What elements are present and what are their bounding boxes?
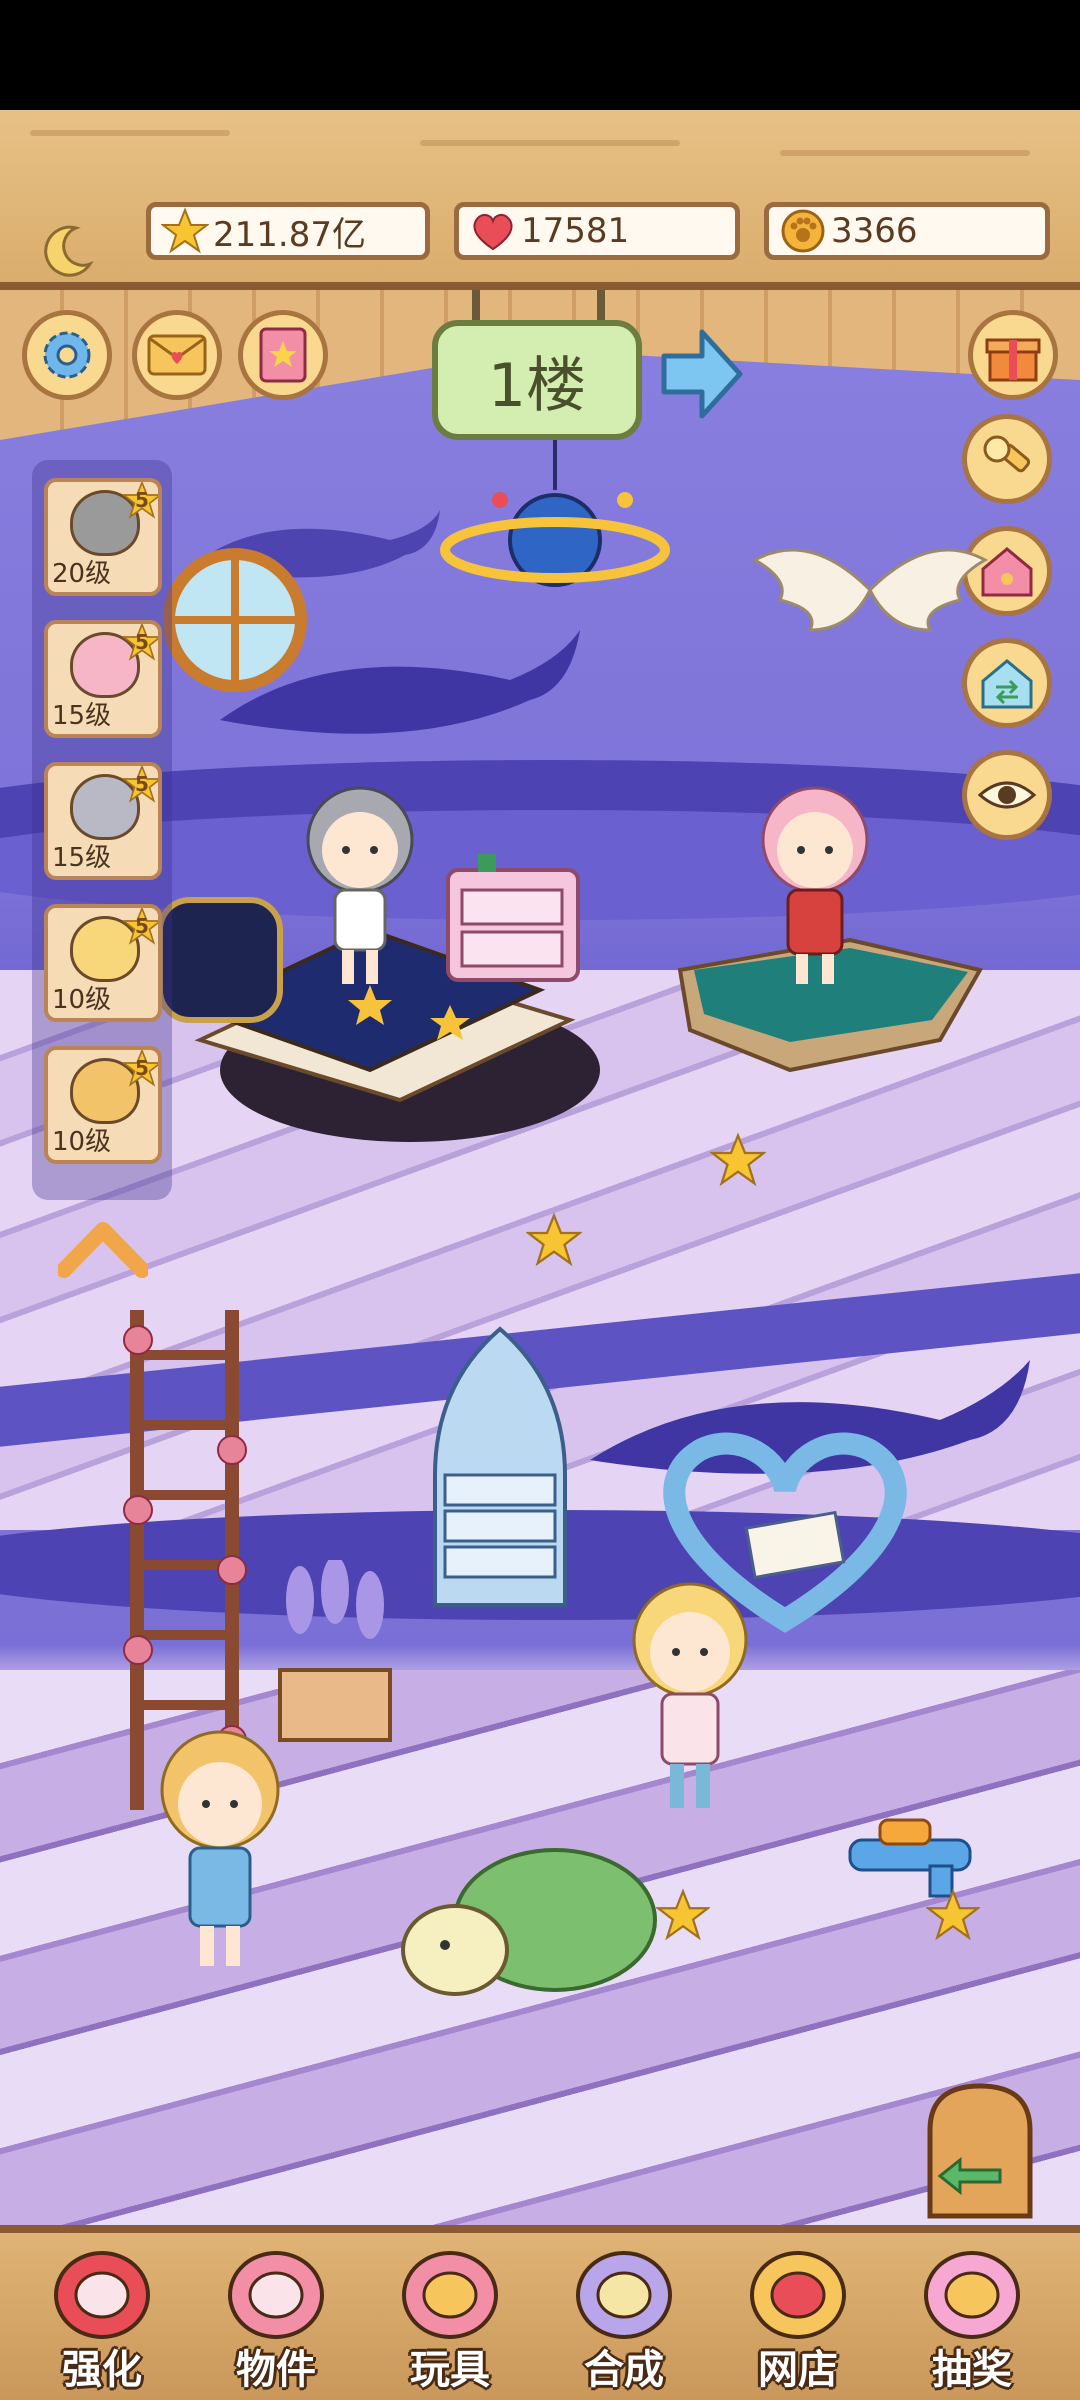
nav-shop-cart[interactable]: 网店 [723,2245,873,2395]
water-gun-toy[interactable] [840,1810,990,1900]
rank-star-count: 5 [135,772,149,796]
settings-button[interactable] [22,310,112,400]
gift-icon [985,338,1041,382]
character-card[interactable]: 10级 5 [44,904,162,1022]
character-level: 10级 [52,985,112,1015]
collectible-star-icon[interactable] [526,1212,582,1268]
blonde-girl-overalls[interactable] [140,1720,300,1980]
nav-label: 抽奖 [932,2347,1012,2393]
angel-wings-decor[interactable] [750,520,990,660]
hearts-counter[interactable]: 17581 [454,202,740,260]
collectible-star-icon[interactable] [656,1888,710,1942]
rank-star-count: 5 [135,1056,149,1080]
boat-shelf[interactable] [425,1325,575,1615]
envelope-icon [147,334,207,376]
lollipop-icon [54,2251,150,2339]
synthesis-cards-icon [576,2251,672,2339]
collectible-star-icon[interactable] [710,1132,766,1188]
character-card[interactable]: 10级 5 [44,1046,162,1164]
collectible-star-icon[interactable] [926,1888,980,1942]
round-window [163,548,307,692]
planet-lamp[interactable] [430,440,680,620]
wood-grain [780,150,1030,156]
character-level: 15级 [52,701,112,731]
flashlight-button[interactable] [962,414,1052,504]
rank-star-count: 5 [135,914,149,938]
swap-house-icon [981,659,1033,709]
rank-star-badge: 5 [121,624,158,662]
nav-label: 网店 [758,2347,838,2393]
coins-counter[interactable]: 3366 [764,202,1050,260]
stars-value: 211.87亿 [213,214,366,255]
toy-house-icon [402,2251,498,2339]
view-toggle-button[interactable] [962,750,1052,840]
book-icon [259,327,307,383]
stars-counter[interactable]: 211.87亿 [146,202,430,260]
paw-coin-icon [781,209,825,253]
floor-label: 1楼 [487,350,587,421]
grey-hair-girl[interactable] [290,770,430,990]
lottery-wheel-icon [924,2251,1020,2339]
character-card[interactable]: 20级 5 [44,478,162,596]
hearts-value: 17581 [521,211,630,251]
sign-rope [597,290,605,322]
sign-rope [472,290,480,322]
nav-label: 强化 [62,2347,142,2393]
star-icon [161,207,209,254]
rank-star-badge: 5 [121,482,158,520]
wood-grain [420,140,680,146]
character-card[interactable]: 15级 5 [44,762,162,880]
rank-star-badge: 5 [121,1050,158,1088]
turtle-plush[interactable] [395,1830,675,2010]
character-level: 15级 [52,843,112,873]
handbook-button[interactable] [238,310,328,400]
nav-synthesis-cards[interactable]: 合成 [549,2245,699,2395]
nav-label: 物件 [236,2347,316,2393]
gift-button[interactable] [968,310,1058,400]
pink-hair-girl[interactable] [740,770,890,990]
rank-star-count: 5 [135,488,149,512]
character-level: 20级 [52,559,112,589]
next-floor-arrow-icon[interactable] [658,326,744,422]
upstairs-arrow-icon[interactable] [58,1220,148,1280]
exit-door-icon[interactable] [920,2080,1040,2220]
character-level: 10级 [52,1127,112,1157]
blonde-girl-swing[interactable] [610,1570,770,1820]
pink-cabinet[interactable] [438,850,588,990]
floor-sign: 1楼 [432,320,642,440]
rank-star-badge: 5 [121,908,158,946]
nav-piano[interactable]: 物件 [201,2245,351,2395]
rank-star-badge: 5 [121,766,158,804]
nav-toy-house[interactable]: 玩具 [375,2245,525,2395]
character-card[interactable]: 15级 5 [44,620,162,738]
heart-icon [473,213,513,251]
piano-icon [228,2251,324,2339]
mail-button[interactable] [132,310,222,400]
flashlight-icon [983,435,1031,473]
gear-icon [43,331,91,379]
coins-value: 3366 [831,211,918,251]
nav-lottery-wheel[interactable]: 抽奖 [897,2245,1047,2395]
nav-lollipop[interactable]: 强化 [27,2245,177,2395]
nav-label: 玩具 [410,2347,490,2393]
eye-icon [977,781,1037,809]
nav-label: 合成 [584,2347,664,2393]
resource-header: 211.87亿 17581 3366 [0,110,1080,290]
wood-grain [30,130,230,136]
shop-cart-icon [750,2251,846,2339]
status-bar [0,0,1080,110]
rank-star-count: 5 [135,630,149,654]
moon-icon [44,225,94,277]
